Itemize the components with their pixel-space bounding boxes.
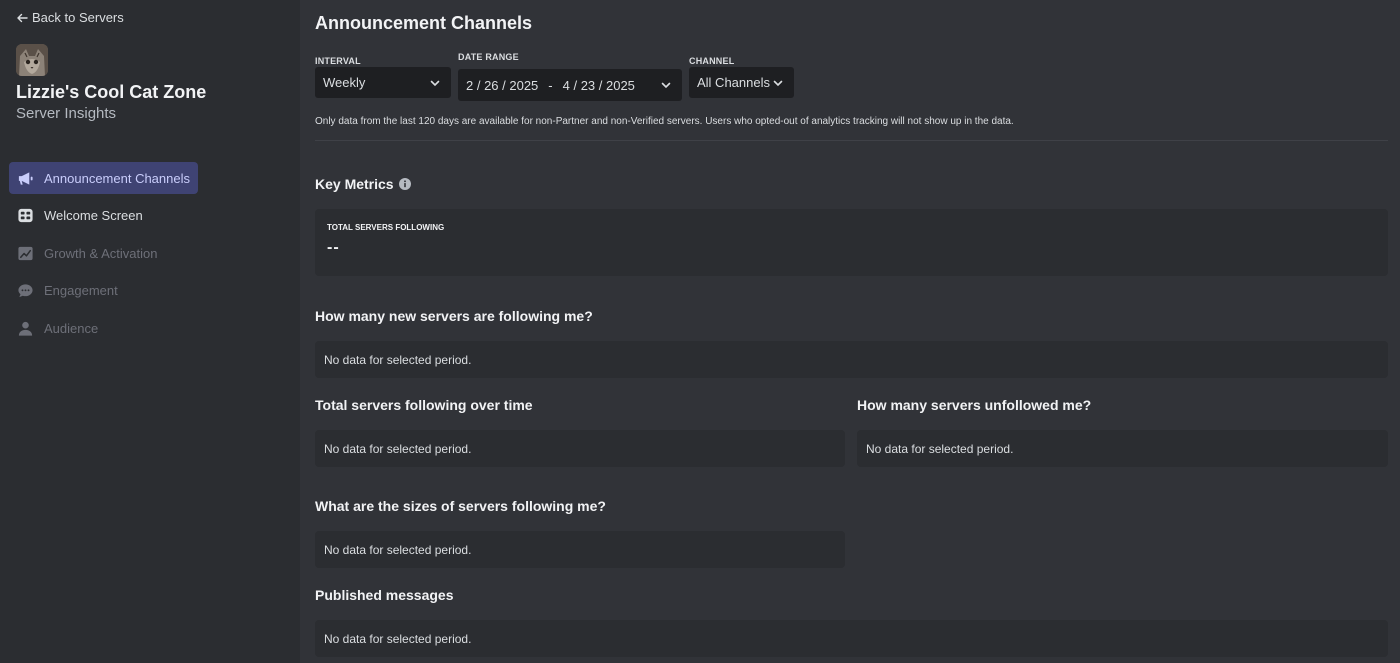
- unfollowed-title: How many servers unfollowed me?: [857, 397, 1092, 413]
- insights-nav: Announcement Channels Welcome Screen Gro…: [9, 162, 198, 350]
- nav-item-audience[interactable]: Audience: [9, 312, 198, 344]
- back-to-servers-link[interactable]: Back to Servers: [16, 10, 124, 25]
- no-data-message: No data for selected period.: [866, 441, 1014, 456]
- date-range-values: 2 / 26 / 2025 - 4 / 23 / 2025: [466, 78, 635, 93]
- channel-value: All Channels: [697, 75, 770, 90]
- date-range-label: DATE RANGE: [458, 52, 519, 62]
- back-to-servers-label: Back to Servers: [32, 10, 124, 25]
- new-followers-title: How many new servers are following me?: [315, 308, 593, 324]
- nav-item-growth-activation[interactable]: Growth & Activation: [9, 237, 198, 269]
- metric-value: --: [327, 239, 340, 256]
- chevron-down-icon: [430, 80, 440, 86]
- arrow-left-icon: [17, 13, 28, 22]
- chat-bubble-icon: [18, 284, 33, 298]
- welcome-screen-icon: [18, 208, 33, 223]
- key-metrics-title: Key Metrics: [315, 176, 411, 192]
- date-end-input[interactable]: 4 / 23 / 2025: [563, 78, 635, 93]
- nav-item-engagement[interactable]: Engagement: [9, 275, 198, 307]
- megaphone-icon: [18, 171, 33, 185]
- nav-label: Welcome Screen: [44, 208, 143, 223]
- server-avatar: [16, 44, 48, 76]
- channel-label: CHANNEL: [689, 56, 735, 66]
- nav-label: Announcement Channels: [44, 170, 190, 186]
- interval-value: Weekly: [323, 75, 366, 90]
- no-data-message: No data for selected period.: [324, 441, 472, 456]
- server-sizes-title: What are the sizes of servers following …: [315, 498, 606, 514]
- total-over-time-card: No data for selected period.: [315, 430, 845, 467]
- server-sizes-card: No data for selected period.: [315, 531, 845, 568]
- metric-label: TOTAL SERVERS FOLLOWING: [327, 223, 445, 232]
- server-name: Lizzie's Cool Cat Zone: [16, 82, 207, 102]
- server-insights-subtitle: Server Insights: [16, 105, 117, 122]
- sidebar: Back to Servers Lizzie's Cool Cat Zone S…: [0, 0, 300, 663]
- nav-item-announcement-channels[interactable]: Announcement Channels: [9, 162, 198, 194]
- info-icon[interactable]: [398, 178, 411, 190]
- no-data-message: No data for selected period.: [324, 352, 472, 367]
- chevron-down-icon: [773, 80, 783, 86]
- interval-label: INTERVAL: [315, 56, 361, 66]
- total-servers-following-card: TOTAL SERVERS FOLLOWING --: [315, 209, 1388, 276]
- interval-select[interactable]: Weekly: [315, 67, 451, 98]
- date-range-picker[interactable]: 2 / 26 / 2025 - 4 / 23 / 2025: [458, 69, 682, 101]
- date-start-input[interactable]: 2 / 26 / 2025: [466, 78, 538, 93]
- data-availability-notice: Only data from the last 120 days are ava…: [315, 116, 1014, 127]
- channel-select[interactable]: All Channels: [689, 67, 794, 98]
- page-title: Announcement Channels: [315, 13, 533, 33]
- growth-chart-icon: [18, 246, 33, 260]
- new-followers-card: No data for selected period.: [315, 341, 1388, 378]
- key-metrics-label: Key Metrics: [315, 176, 394, 192]
- date-separator: -: [548, 77, 553, 93]
- unfollowed-card: No data for selected period.: [857, 430, 1388, 467]
- nav-label: Audience: [44, 320, 99, 336]
- total-over-time-title: Total servers following over time: [315, 397, 533, 413]
- person-icon: [18, 321, 33, 336]
- nav-label: Engagement: [44, 283, 118, 298]
- divider: [315, 140, 1388, 141]
- nav-item-welcome-screen[interactable]: Welcome Screen: [9, 200, 198, 232]
- published-messages-card: No data for selected period.: [315, 620, 1388, 657]
- no-data-message: No data for selected period.: [324, 631, 472, 646]
- nav-label: Growth & Activation: [44, 245, 158, 261]
- chevron-down-icon: [661, 82, 671, 89]
- published-messages-title: Published messages: [315, 587, 454, 603]
- no-data-message: No data for selected period.: [324, 542, 472, 557]
